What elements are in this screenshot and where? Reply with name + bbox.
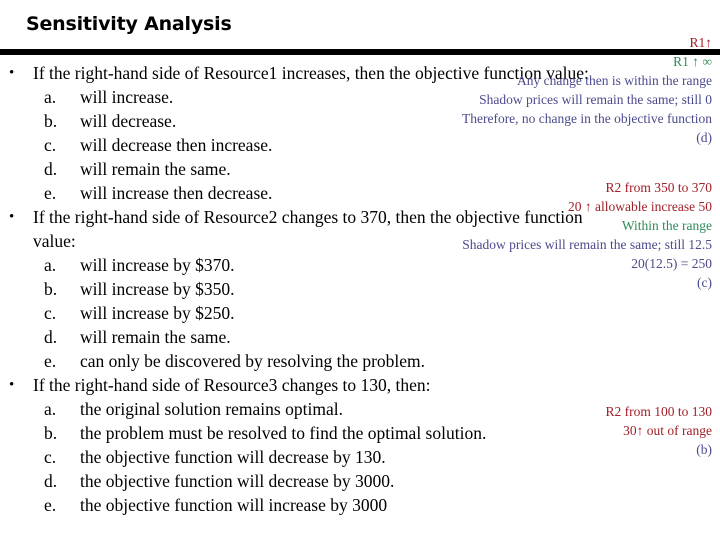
bullet-icon: • [9, 209, 15, 225]
answer-key: (b) [696, 442, 712, 457]
annotation-line: Shadow prices will remain the same; stil… [479, 92, 712, 107]
bullet-icon: • [9, 377, 15, 393]
annotation-line: Therefore, no change in the objective fu… [461, 111, 712, 126]
option-text: will increase. [80, 87, 174, 107]
annotation-line: 20 ↑ allowable increase 50 [568, 199, 712, 214]
annotation-line: R2 from 100 to 130 [605, 404, 713, 419]
option-letter: d. [44, 327, 58, 347]
option-letter: a. [44, 87, 57, 107]
bullet-icon: • [9, 65, 15, 81]
annotation-group-1: R1↑ R1 ↑ ∞ Any change then is within the… [462, 33, 712, 147]
annotation-line: R1 ↑ ∞ [673, 54, 712, 69]
option-2e[interactable]: e. can only be discovered by resolving t… [0, 349, 720, 373]
page-title: Sensitivity Analysis [26, 13, 232, 35]
option-text: will increase by $370. [80, 255, 235, 275]
option-letter: c. [44, 447, 57, 467]
option-letter: e. [44, 495, 57, 515]
option-text: will remain the same. [80, 327, 231, 347]
option-letter: d. [44, 471, 58, 491]
option-text: the objective function will decrease by … [80, 471, 395, 491]
annotation-line: Any change then is within the range [517, 73, 712, 88]
question-lead-3: • If the right-hand side of Resource3 ch… [0, 373, 720, 397]
option-letter: e. [44, 183, 57, 203]
annotation-line: 30↑ out of range [623, 423, 712, 438]
option-text: will decrease. [80, 111, 177, 131]
option-2d[interactable]: d. will remain the same. [0, 325, 720, 349]
option-text: will increase by $250. [80, 303, 235, 323]
option-letter: b. [44, 423, 58, 443]
option-text: the original solution remains optimal. [80, 399, 343, 419]
option-text: will decrease then increase. [80, 135, 273, 155]
annotation-group-3: R2 from 100 to 130 30↑ out of range (b) [606, 402, 713, 459]
option-text: will increase then decrease. [80, 183, 273, 203]
answer-key: (c) [697, 275, 712, 290]
option-text: will remain the same. [80, 159, 231, 179]
question-lead-text: If the right-hand side of Resource3 chan… [33, 375, 431, 395]
option-2c[interactable]: c. will increase by $250. [0, 301, 720, 325]
option-3d[interactable]: d. the objective function will decrease … [0, 469, 720, 493]
option-letter: b. [44, 111, 58, 131]
annotation-line: 20(12.5) = 250 [631, 256, 712, 271]
option-letter: d. [44, 159, 58, 179]
option-letter: a. [44, 399, 57, 419]
option-text: the objective function will increase by … [80, 495, 388, 515]
annotation-group-2: R2 from 350 to 370 20 ↑ allowable increa… [462, 178, 712, 292]
option-letter: b. [44, 279, 58, 299]
option-letter: c. [44, 303, 57, 323]
option-3e[interactable]: e. the objective function will increase … [0, 493, 720, 517]
option-text: the problem must be resolved to find the… [80, 423, 487, 443]
answer-key: (d) [696, 130, 712, 145]
annotation-line: Shadow prices will remain the same; stil… [462, 237, 712, 252]
annotation-line: Within the range [621, 218, 712, 233]
annotation-line: R2 from 350 to 370 [605, 180, 713, 195]
option-letter: a. [44, 255, 57, 275]
option-text: can only be discovered by resolving the … [80, 351, 426, 371]
option-text: the objective function will decrease by … [80, 447, 386, 467]
option-text: will increase by $350. [80, 279, 235, 299]
annotation-line: R1↑ [689, 35, 712, 50]
option-letter: e. [44, 351, 57, 371]
option-letter: c. [44, 135, 57, 155]
